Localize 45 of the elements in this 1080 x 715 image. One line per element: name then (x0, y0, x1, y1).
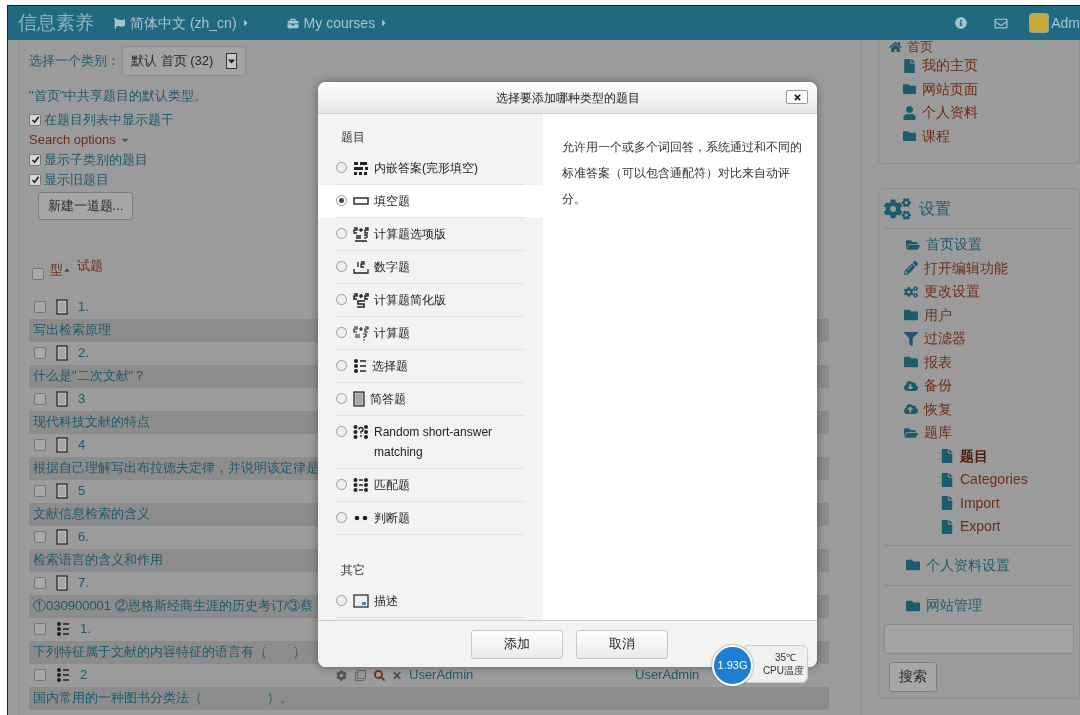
option-label: 内嵌答案(完形填空) (374, 160, 478, 177)
option-label: 数字题 (374, 259, 410, 276)
usage-value: 1.93G (717, 657, 748, 673)
question-name: 6. (78, 528, 90, 547)
option-label: 简答题 (370, 391, 406, 408)
dialog-title: 选择要添加哪种类型的题目 (495, 89, 640, 107)
option-label: 在题目列表中显示题干 (44, 110, 174, 129)
created-by: UserAdmin (409, 666, 475, 685)
option-label: 计算题选项版 (374, 226, 446, 243)
option-label: 填空题 (374, 193, 410, 210)
option-label: 显示子类别的题目 (44, 150, 148, 169)
option-label: 计算题 (374, 325, 410, 342)
cpu-label: CPU温度 (762, 664, 804, 677)
question-name: 5 (78, 482, 87, 501)
modified-by: UserAdmin (635, 666, 700, 685)
question-name: 4 (78, 436, 87, 455)
question-text: 写出检索原理 (33, 321, 111, 340)
option-label: Random short-answer matching (374, 424, 494, 461)
question-text: 根据自己理解写出布拉德夫定律，并说明该定律是 (33, 459, 319, 478)
question-text: 检索语言的含义和作用 (33, 551, 163, 570)
question-name: 7. (78, 574, 90, 593)
question-name: 2. (78, 344, 90, 363)
section-heading: 题目 (341, 129, 365, 146)
option-label: 计算题简化版 (374, 292, 446, 309)
question-text: ①030900001 ②恩格斯经商生涯的历史考订/③蔡 (33, 597, 314, 616)
question-name: 3 (78, 390, 87, 409)
question-text: 国内常用的一种图书分类法（ ）。 (33, 689, 293, 708)
option-label: 判断题 (374, 510, 410, 527)
question-text: 文献信息检索的含义 (33, 505, 150, 524)
question-text: 下列特征属于文献的内容特征的语言有（ ） (33, 643, 306, 662)
category-label: 选择一个类别： (29, 52, 120, 71)
temperature: 35℃ (774, 651, 797, 664)
question-name: 1. (78, 298, 90, 317)
section-heading: 其它 (341, 562, 365, 579)
option-label: 匹配题 (374, 477, 410, 494)
question-text: 现代科技文献的特点 (33, 413, 150, 432)
question-text: 什么是"二次文献"？ (33, 367, 147, 386)
type-description: 允许用一个或多个词回答，系统通过和不同的标准答案（可以包含通配符）对比来自动评分。 (562, 139, 803, 208)
option-label: 描述 (374, 593, 398, 610)
question-name: 2 (80, 666, 89, 685)
settings-title: 设置 (919, 198, 951, 219)
option-label: 选择题 (372, 358, 408, 375)
category-note: "首页"中共享题目的默认类型。 (29, 87, 208, 105)
option-label: 显示旧题目 (44, 170, 109, 189)
question-name: 1. (80, 620, 92, 639)
